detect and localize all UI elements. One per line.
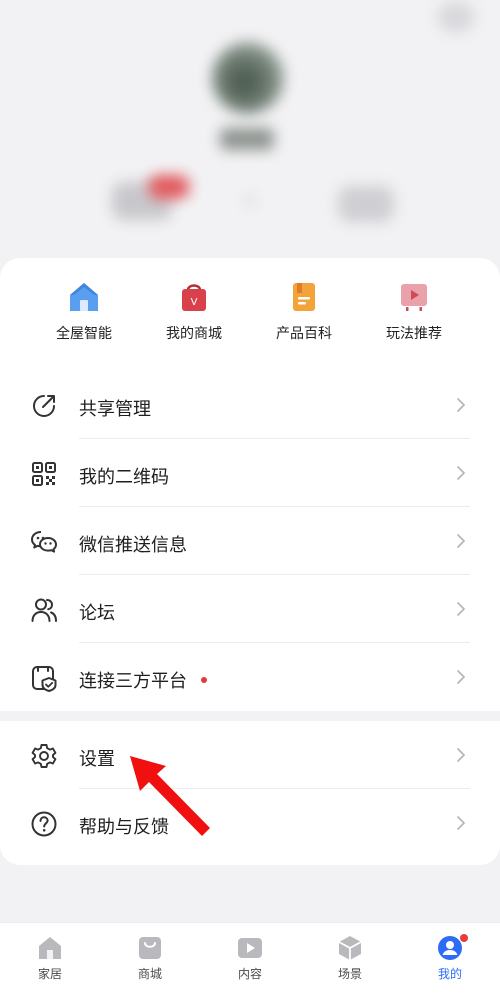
quick-action-my-shop[interactable]: V 我的商城 <box>139 280 249 350</box>
tab-label: 我的 <box>437 967 462 981</box>
menu-item-forum[interactable]: 论坛 <box>0 575 500 643</box>
menu-item-settings[interactable]: 设置 <box>0 721 500 789</box>
wechat-icon <box>31 531 57 553</box>
menu-item-help-feedback[interactable]: 帮助与反馈 <box>0 789 500 857</box>
quick-actions-row: 全屋智能 V 我的商城 产品百科 玩法推荐 <box>0 280 500 350</box>
chevron-right-icon <box>457 534 465 548</box>
notification-dot <box>201 677 207 683</box>
tab-home[interactable]: 家居 <box>0 923 100 995</box>
stat-blurred-right[interactable] <box>338 186 394 222</box>
menu-item-my-qr-code[interactable]: 我的二维码 <box>0 439 500 507</box>
menu-card: 全屋智能 V 我的商城 产品百科 玩法推荐 共享管理 我的二维码 微信推送信息 … <box>0 258 500 865</box>
section-separator <box>0 711 500 721</box>
tab-label: 场景 <box>337 967 362 981</box>
tab-label: 家居 <box>37 967 62 981</box>
shop-tab-icon <box>137 935 163 961</box>
chevron-right-icon <box>457 466 465 480</box>
profile-header <box>0 0 500 262</box>
menu-item-share-management[interactable]: 共享管理 <box>0 371 500 439</box>
gear-icon <box>31 744 57 768</box>
shopping-bag-icon: V <box>177 280 211 314</box>
menu-item-label: 设置 <box>79 749 115 770</box>
tab-profile[interactable]: 我的 <box>400 923 500 995</box>
menu-item-third-party[interactable]: 连接三方平台 <box>0 643 500 711</box>
tab-scene[interactable]: 场景 <box>300 923 400 995</box>
quick-action-label: 我的商城 <box>166 326 222 342</box>
stat-badge-blurred <box>148 175 190 199</box>
chevron-right-icon <box>457 398 465 412</box>
share-icon <box>33 395 55 417</box>
tab-label: 商城 <box>137 967 162 981</box>
menu-item-wechat-push[interactable]: 微信推送信息 <box>0 507 500 575</box>
menu-item-label-wrap: 连接三方平台 <box>79 667 207 693</box>
avatar[interactable] <box>212 42 284 114</box>
quick-action-label: 玩法推荐 <box>386 326 442 342</box>
notification-dot <box>459 933 469 943</box>
home-tab-icon <box>37 935 63 961</box>
menu-item-label: 论坛 <box>79 603 115 624</box>
video-play-icon <box>397 280 431 314</box>
quick-action-label: 全屋智能 <box>56 326 112 342</box>
menu-item-label: 微信推送信息 <box>79 535 187 556</box>
menu-item-label: 我的二维码 <box>79 467 169 488</box>
shield-link-icon <box>32 666 57 692</box>
chevron-right-icon <box>457 602 465 616</box>
tab-content[interactable]: 内容 <box>200 923 300 995</box>
menu-item-label: 共享管理 <box>79 399 151 420</box>
chevron-right-icon <box>457 670 465 684</box>
help-icon <box>31 811 57 837</box>
bottom-tab-bar: 家居 商城 内容 场景 我的 <box>0 922 500 995</box>
house-icon <box>67 280 101 314</box>
book-icon <box>287 280 321 314</box>
quick-action-recommendation[interactable]: 玩法推荐 <box>359 280 469 350</box>
users-icon <box>31 598 57 622</box>
qr-code-icon <box>32 462 56 486</box>
chevron-right-icon <box>457 748 465 762</box>
header-corner-button[interactable] <box>438 2 474 32</box>
content-tab-icon <box>237 935 263 961</box>
scene-tab-icon <box>337 935 363 961</box>
username-blurred <box>220 128 274 150</box>
quick-action-product-wiki[interactable]: 产品百科 <box>249 280 359 350</box>
settings-list: 共享管理 我的二维码 微信推送信息 论坛 连接三方平台 设置 帮助与反馈 <box>0 371 500 857</box>
tab-shop[interactable]: 商城 <box>100 923 200 995</box>
menu-item-label: 帮助与反馈 <box>79 817 169 838</box>
quick-action-whole-house[interactable]: 全屋智能 <box>29 280 139 350</box>
stat-separator <box>245 196 255 206</box>
menu-item-label: 连接三方平台 <box>79 671 187 692</box>
svg-text:V: V <box>191 297 198 308</box>
chevron-right-icon <box>457 816 465 830</box>
tab-label: 内容 <box>237 967 262 981</box>
quick-action-label: 产品百科 <box>276 326 332 342</box>
